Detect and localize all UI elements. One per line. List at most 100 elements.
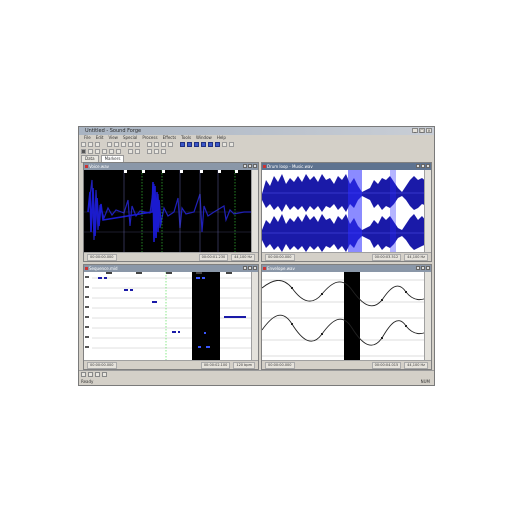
transport-toolbar [81,148,432,155]
window-title: Untitled - Sound Forge [85,128,142,134]
waveform-view-icon[interactable] [180,142,185,147]
data-window-envelope[interactable]: Envelope.wav 00:00:00.000 00:00:04.015 4… [261,264,432,370]
sample-rate: 44,100 Hz [404,361,428,369]
wave-file-icon [85,165,88,168]
copy-icon[interactable] [114,142,119,147]
spectrum-view-icon[interactable] [187,142,192,147]
close-button[interactable]: × [426,128,432,133]
waveform-graph [84,170,252,253]
selection-length: 00:00:02.100 [200,361,231,369]
data-window-voice[interactable]: Voice.wav 00:00:00.000 00:00:01.230 44,1… [83,162,259,262]
play-icon[interactable] [88,149,93,154]
pane-maximize-button[interactable] [421,164,425,168]
new-file-icon[interactable] [81,142,86,147]
region-icon[interactable] [208,142,213,147]
sync-status-icon[interactable] [95,372,100,377]
pane-title: Voice.wav [89,164,110,169]
pane-status-bar: 00:00:00.000 00:00:04.015 44,100 Hz [262,360,431,369]
pane-minimize-button[interactable] [416,266,420,270]
selection-length: 00:00:03.512 [371,253,402,261]
event-display[interactable] [84,272,252,361]
pane-close-button[interactable] [426,266,430,270]
event-graph [84,272,252,361]
pane-minimize-button[interactable] [243,266,247,270]
paste-icon[interactable] [121,142,126,147]
wave-file-icon [263,267,266,270]
vertical-scrollbar[interactable] [424,170,431,253]
fast-forward-icon[interactable] [116,149,121,154]
pane-close-button[interactable] [426,164,430,168]
magnify-tool-icon[interactable] [154,149,159,154]
sample-rate: 44,100 Hz [231,253,255,261]
waveform-display[interactable] [262,170,425,253]
minimize-button[interactable]: _ [412,128,418,133]
record-status-icon[interactable] [81,372,86,377]
marker-icon[interactable] [201,142,206,147]
status-icons [81,372,107,377]
loop-icon[interactable] [215,142,220,147]
waveform-display[interactable] [84,170,252,253]
pane-status-bar: 00:00:00.000 00:00:01.230 44,100 Hz [84,252,258,261]
meter-status-icon[interactable] [102,372,107,377]
zoom-out-icon[interactable] [154,142,159,147]
pane-close-button[interactable] [253,266,257,270]
midi-file-icon [85,267,88,270]
pane-minimize-button[interactable] [243,164,247,168]
normalize-icon[interactable] [161,142,166,147]
play-all-icon[interactable] [95,149,100,154]
selection-start: 00:00:00.000 [87,361,117,369]
pane-title-bar: Voice.wav [84,163,258,170]
mixer-icon[interactable] [222,142,227,147]
pane-minimize-button[interactable] [416,164,420,168]
play-status-icon[interactable] [88,372,93,377]
pane-maximize-button[interactable] [421,266,425,270]
keyboard-status: NUM [420,379,430,384]
pane-status-bar: 00:00:00.000 00:00:03.512 44,100 Hz [262,252,431,261]
stop-icon[interactable] [102,149,107,154]
record-icon[interactable] [81,149,86,154]
wave-file-icon [263,165,266,168]
stereo-waveform-graph [262,170,425,253]
pane-title-bar: Drum loop - Music.wav [262,163,431,170]
selection-highlight [348,170,362,253]
pane-status-bar: 00:00:00.000 00:00:02.100 120 bpm [84,360,258,369]
save-icon[interactable] [95,142,100,147]
pane-maximize-button[interactable] [248,164,252,168]
pane-maximize-button[interactable] [248,266,252,270]
fade-icon[interactable] [168,142,173,147]
pane-title-bar: Envelope.wav [262,265,431,272]
data-window-sequence[interactable]: Sequence.mid 00:00:00.000 00:00:02.100 1… [83,264,259,370]
pane-title: Drum loop - Music.wav [267,164,313,169]
maximize-button[interactable]: □ [419,128,425,133]
open-file-icon[interactable] [88,142,93,147]
envelope-display[interactable] [262,272,425,361]
status-bar: Ready NUM [79,370,434,385]
zoom-in-icon[interactable] [147,142,152,147]
redo-icon[interactable] [135,142,140,147]
pane-title: Envelope.wav [267,266,295,271]
window-controls: _ □ × [412,128,432,133]
data-window-music[interactable]: Drum loop - Music.wav 00:00:00.000 00:00… [261,162,432,262]
title-bar: Untitled - Sound Forge _ □ × [79,127,434,135]
pane-title: Sequence.mid [89,266,118,271]
settings-icon[interactable] [229,142,234,147]
go-start-icon[interactable] [128,149,133,154]
app-window: Untitled - Sound Forge _ □ × File Edit V… [78,126,435,386]
vertical-scrollbar[interactable] [251,272,258,361]
vertical-scrollbar[interactable] [251,170,258,253]
cut-icon[interactable] [107,142,112,147]
status-text: Ready [81,379,94,384]
edit-tool-icon[interactable] [161,149,166,154]
pane-title-bar: Sequence.mid [84,265,258,272]
go-end-icon[interactable] [135,149,140,154]
envelope-graph [262,272,425,361]
pane-close-button[interactable] [253,164,257,168]
envelope-view-icon[interactable] [194,142,199,147]
vertical-scrollbar[interactable] [424,272,431,361]
selection-start: 00:00:00.000 [265,253,295,261]
pencil-tool-icon[interactable] [147,149,152,154]
selection-length: 00:00:01.230 [198,253,229,261]
undo-icon[interactable] [128,142,133,147]
rewind-icon[interactable] [109,149,114,154]
selection-start: 00:00:00.000 [87,253,117,261]
